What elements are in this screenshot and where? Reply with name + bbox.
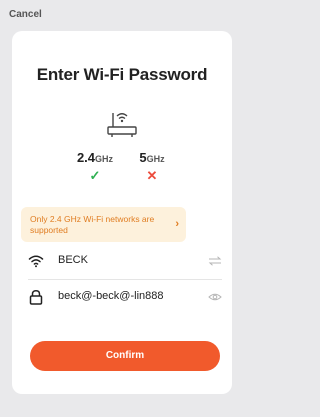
band-2-4ghz: 2.4GHz ✓ [65,150,125,183]
cancel-button[interactable]: Cancel [9,9,42,20]
wifi-password-dialog: Enter Wi-Fi Password 2.4GHz ✓ 5GHz ✕ Onl… [12,31,232,394]
band-5ghz-unit: GHz [146,154,165,164]
divider [28,279,222,280]
band-2-4ghz-unit: GHz [95,154,114,164]
top-bar: Cancel [0,0,244,30]
band-5ghz-label: 5 [139,150,147,165]
wifi-icon [28,255,44,268]
cross-icon: ✕ [146,168,158,183]
eye-icon[interactable] [208,291,222,303]
wifi-ssid: BECK [58,254,88,266]
check-icon: ✓ [89,168,101,183]
wifi-network-row[interactable]: BECK [28,249,222,275]
dialog-title: Enter Wi-Fi Password [36,65,208,84]
router-icon [107,113,137,137]
band-notice[interactable]: Only 2.4 GHz Wi-Fi networks are supporte… [21,207,186,242]
band-5ghz: 5GHz ✕ [122,150,182,183]
notice-text: Only 2.4 GHz Wi-Fi networks are supporte… [30,214,155,235]
band-support: 2.4GHz ✓ 5GHz ✕ [12,150,232,190]
band-2-4ghz-label: 2.4 [76,150,96,165]
password-row[interactable]: beck@-beck@-lin888 [28,285,222,311]
password-field[interactable]: beck@-beck@-lin888 [58,290,164,302]
confirm-button[interactable]: Confirm [30,341,220,371]
lock-icon [29,290,43,305]
chevron-right-icon: › [175,218,179,230]
switch-network-icon[interactable] [208,255,222,267]
